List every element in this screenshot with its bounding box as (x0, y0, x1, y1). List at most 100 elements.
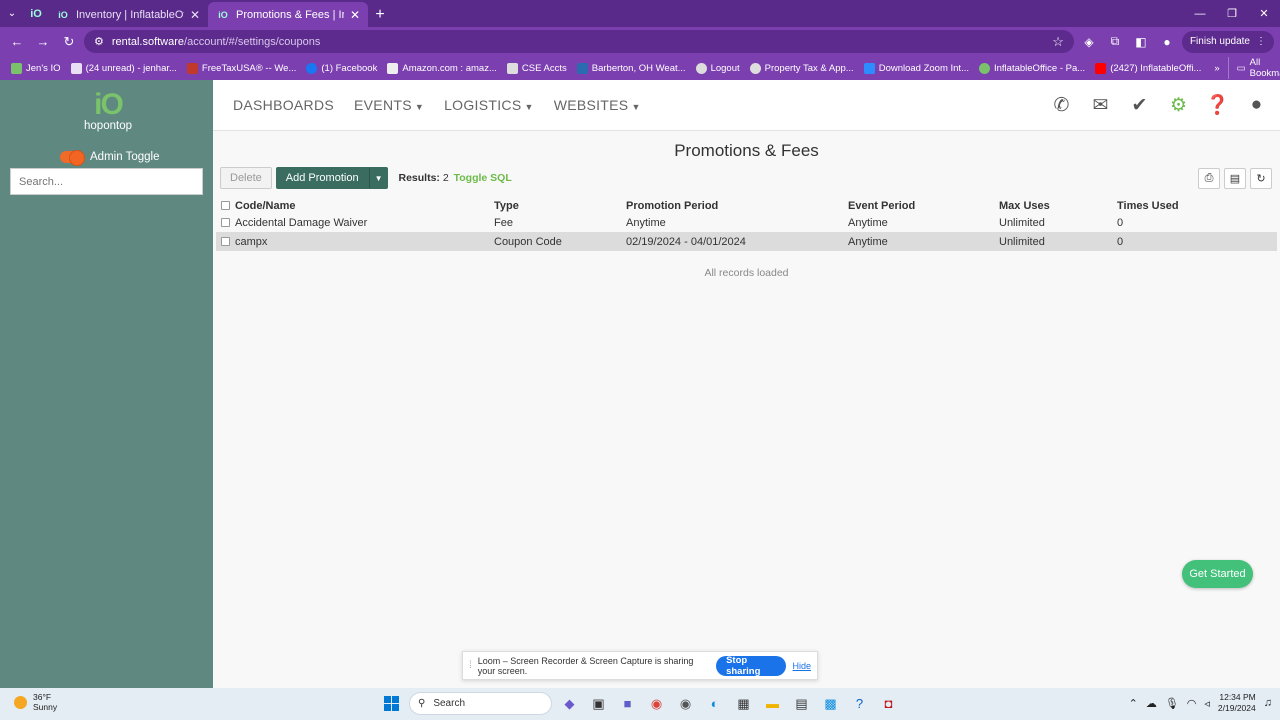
bookmark-item[interactable]: Barberton, OH Weat... (572, 62, 691, 74)
chrome-profile-icon[interactable]: ◉ (674, 692, 697, 715)
url-bar[interactable]: ⚙ rental.software/account/#/settings/cou… (84, 30, 1074, 53)
minimize-icon[interactable]: — (1184, 0, 1216, 27)
file-explorer-icon[interactable]: ▬ (761, 692, 784, 715)
mcafee-icon[interactable]: ◘ (877, 692, 900, 715)
bookmark-item[interactable]: Logout (691, 62, 745, 74)
check-icon[interactable]: ✔ (1120, 85, 1159, 125)
col-header-used[interactable]: Times Used (1117, 200, 1217, 212)
bookmark-item[interactable]: CSE Accts (502, 62, 572, 74)
taskbar-search[interactable]: ⚲ Search (409, 692, 552, 715)
nav-icon-group: ✆ ✉ ✔ ⚙ ❓ ● (1042, 85, 1276, 125)
bookmark-item[interactable]: InflatableOffice - Pa... (974, 62, 1090, 74)
weather-widget[interactable]: 36°F Sunny (14, 692, 57, 712)
user-icon[interactable]: ● (1237, 85, 1276, 125)
col-header-max[interactable]: Max Uses (999, 200, 1117, 212)
add-promotion-button[interactable]: Add Promotion (275, 167, 369, 189)
teams-chat-icon[interactable]: ■ (616, 692, 639, 715)
col-header-event[interactable]: Event Period (848, 200, 999, 212)
table-row[interactable]: Accidental Damage Waiver Fee Anytime Any… (216, 213, 1277, 232)
edge-icon[interactable]: ◐ (703, 692, 726, 715)
stop-sharing-button[interactable]: Stop sharing (716, 655, 787, 677)
get-started-button[interactable]: Get Started (1182, 560, 1253, 588)
onedrive-icon[interactable]: ☁ (1146, 697, 1157, 710)
app-icon[interactable]: ▩ (819, 692, 842, 715)
back-icon[interactable]: ← (6, 31, 28, 53)
admin-toggle[interactable]: Admin Toggle (60, 150, 160, 166)
notification-bell-icon[interactable]: ♫ (1264, 697, 1272, 709)
nav-events[interactable]: EVENTS ▼ (344, 97, 434, 113)
bookmark-item[interactable]: FreeTaxUSA® -- We... (182, 62, 301, 74)
tab-promotions[interactable]: iO Promotions & Fees | InflatableO ✕ (208, 2, 368, 27)
volume-icon[interactable]: ◃ (1204, 697, 1210, 710)
copilot-icon[interactable]: ◆ (558, 692, 581, 715)
microphone-icon[interactable]: 🎙 (1165, 697, 1179, 710)
cell-name[interactable]: campx (235, 236, 494, 248)
extensions-icon[interactable]: ⧉ (1104, 31, 1126, 53)
nav-label: WEBSITES (553, 97, 629, 113)
close-window-icon[interactable]: ✕ (1248, 0, 1280, 27)
refresh-icon[interactable]: ↻ (1250, 168, 1272, 189)
close-tab-icon[interactable]: ✕ (350, 8, 360, 22)
row-checkbox[interactable] (221, 218, 230, 227)
tab-search-icon[interactable]: ⌄ (0, 0, 24, 27)
bookmark-item[interactable]: (2427) InflatableOffi... (1090, 62, 1206, 74)
new-tab-button[interactable]: + (368, 2, 392, 27)
store-icon[interactable]: ▤ (790, 692, 813, 715)
select-all-checkbox[interactable] (221, 201, 230, 210)
restore-icon[interactable]: ❐ (1216, 0, 1248, 27)
app-icon[interactable]: ▦ (732, 692, 755, 715)
nav-websites[interactable]: WEBSITES ▼ (544, 97, 651, 113)
drag-handle-icon[interactable]: ⁞ (469, 660, 472, 671)
add-promotion-dropdown-icon[interactable]: ▼ (368, 167, 389, 189)
bookmark-item[interactable]: Download Zoom Int... (859, 62, 974, 74)
nav-logistics[interactable]: LOGISTICS ▼ (434, 97, 544, 113)
bookmark-item[interactable]: Property Tax & App... (745, 62, 859, 74)
clock[interactable]: 12:34 PM 2/19/2024 (1218, 692, 1256, 714)
profile-avatar-icon[interactable]: ● (1156, 31, 1178, 53)
close-tab-icon[interactable]: ✕ (190, 8, 200, 22)
envelope-icon[interactable]: ✉ (1081, 85, 1120, 125)
task-view-icon[interactable]: ▣ (587, 692, 610, 715)
admin-toggle-label: Admin Toggle (90, 151, 160, 163)
tray-expand-icon[interactable]: ⌃ (1129, 697, 1138, 710)
col-header-name[interactable]: Code/Name (235, 200, 494, 212)
wifi-icon[interactable]: ◠ (1187, 697, 1197, 710)
phone-icon[interactable]: ✆ (1042, 85, 1081, 125)
loom-extension-icon[interactable]: ◈ (1078, 31, 1100, 53)
side-panel-icon[interactable]: ◧ (1130, 31, 1152, 53)
col-header-period[interactable]: Promotion Period (626, 200, 848, 212)
windows-start-icon[interactable] (380, 692, 403, 715)
bookmark-item[interactable]: Jen's IO (6, 62, 66, 74)
browser-tab-bar: ⌄ iO iO Inventory | InflatableOffice ✕ i… (0, 0, 1280, 27)
bookmark-item[interactable]: (24 unread) - jenhar... (66, 62, 182, 74)
cell-name[interactable]: Accidental Damage Waiver (235, 217, 494, 229)
bookmark-star-icon[interactable]: ☆ (1052, 34, 1064, 50)
print-icon[interactable]: ⎙ (1198, 168, 1220, 189)
admin-toggle-switch[interactable] (60, 150, 85, 166)
help-app-icon[interactable]: ? (848, 692, 871, 715)
export-file-icon[interactable]: ▤ (1224, 168, 1246, 189)
bookmark-item[interactable]: (1) Facebook (301, 62, 382, 74)
gear-icon[interactable]: ⚙ (1159, 85, 1198, 125)
more-bookmarks-icon[interactable]: » (1206, 63, 1227, 74)
col-header-type[interactable]: Type (494, 200, 626, 212)
site-info-icon[interactable]: ⚙ (94, 35, 104, 48)
bookmark-item[interactable]: Amazon.com : amaz... (382, 62, 502, 74)
nav-dashboards[interactable]: DASHBOARDS (223, 97, 344, 113)
reload-icon[interactable]: ↻ (58, 31, 80, 53)
hopontop-logo[interactable]: iO hopontop (80, 90, 136, 133)
toggle-sql-link[interactable]: Toggle SQL (454, 172, 512, 184)
row-checkbox[interactable] (221, 237, 230, 246)
table-row[interactable]: campx Coupon Code 02/19/2024 - 04/01/202… (216, 232, 1277, 251)
tab-inventory[interactable]: iO Inventory | InflatableOffice ✕ (48, 2, 208, 27)
sidebar-search-input[interactable] (10, 168, 203, 195)
forward-icon[interactable]: → (32, 31, 54, 53)
finish-update-button[interactable]: Finish update ⋮ (1181, 30, 1274, 53)
hide-link[interactable]: Hide (792, 661, 811, 671)
pinned-tab-io[interactable]: iO (24, 0, 48, 27)
delete-button[interactable]: Delete (220, 167, 272, 189)
tab-title: Promotions & Fees | InflatableO (236, 8, 344, 21)
help-icon[interactable]: ❓ (1198, 85, 1237, 125)
all-bookmarks-button[interactable]: ▭All Bookmarks (1227, 57, 1280, 79)
chrome-icon[interactable]: ◉ (645, 692, 668, 715)
